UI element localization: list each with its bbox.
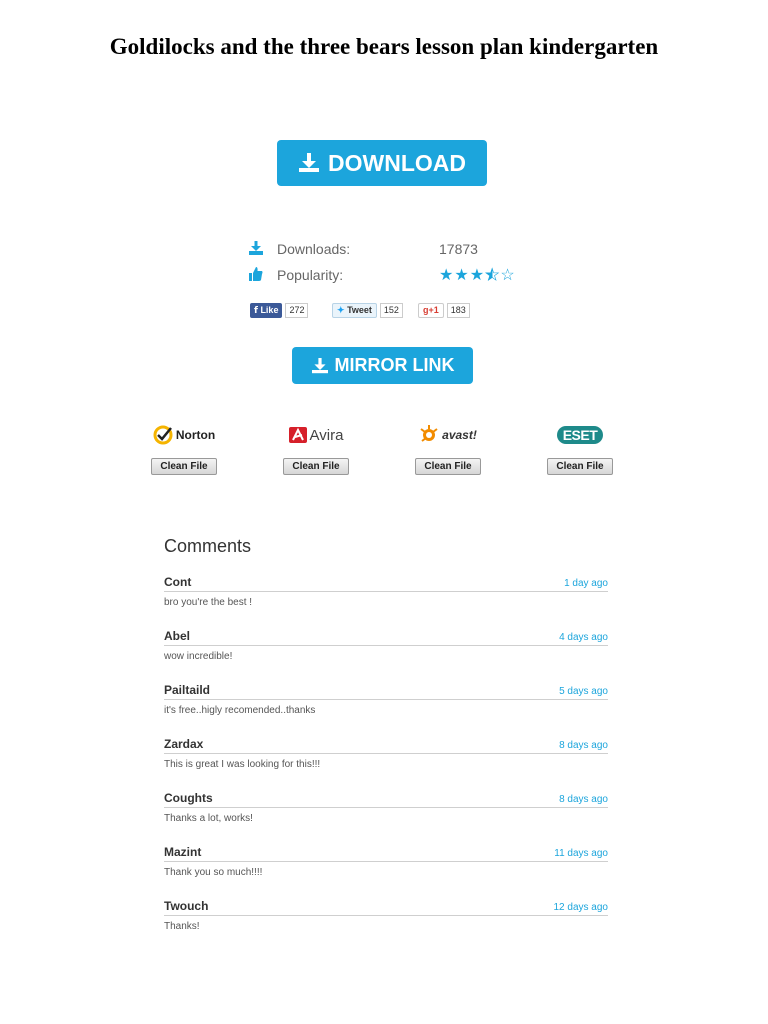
antivirus-avira: Avira Clean File [271, 422, 361, 475]
comment-author[interactable]: Coughts [164, 791, 213, 805]
page-title: Goldilocks and the three bears lesson pl… [109, 34, 659, 59]
comment-header: Pailtaild 5 days ago [164, 683, 608, 700]
google-plus-button[interactable]: g+1 [418, 302, 444, 318]
gplus-count: 183 [446, 302, 470, 318]
avast-icon [420, 425, 438, 442]
download-icon [249, 241, 263, 255]
tweet-label: Tweet [347, 304, 372, 315]
mirror-link-button[interactable]: MIRROR LINK [292, 347, 473, 384]
avast-logo: avast! [403, 422, 493, 448]
download-stats: Downloads: 17873 Popularity: ★★★★☆ [249, 240, 549, 292]
downloads-row: Downloads: 17873 [249, 240, 549, 266]
clean-file-button[interactable]: Clean File [283, 458, 349, 475]
facebook-like-button[interactable]: f Like [250, 302, 283, 318]
comment-item: Coughts 8 days ago Thanks a lot, works! [164, 791, 608, 845]
comments-section: Comments Cont 1 day ago bro you're the bes… [164, 536, 608, 953]
comment-author[interactable]: Cont [164, 575, 191, 589]
google-plus-widget[interactable]: g+1 183 [418, 302, 470, 318]
norton-check-icon [153, 425, 173, 445]
like-label: Like [260, 304, 279, 315]
twitter-icon: ✦ [337, 304, 345, 315]
clean-file-button[interactable]: Clean File [547, 458, 613, 475]
star-empty-icon: ☆ [500, 267, 516, 284]
thumbs-up-icon [249, 267, 263, 281]
rating-stars: ★★★★☆ [439, 265, 516, 285]
antivirus-norton: Norton Clean File [139, 422, 229, 475]
comment-text: wow incredible! [164, 651, 233, 662]
comment-list: Cont 1 day ago bro you're the best ! Abel 4 … [164, 575, 608, 953]
clean-file-button[interactable]: Clean File [151, 458, 217, 475]
star-full-icon: ★ [439, 267, 455, 284]
comment-author[interactable]: Zardax [164, 737, 203, 751]
antivirus-eset: eset Clean File [535, 422, 625, 475]
tweet-button[interactable]: ✦ Tweet [332, 302, 377, 318]
norton-logo: Norton [139, 422, 229, 448]
antivirus-name: avast! [442, 428, 477, 442]
clean-file-button[interactable]: Clean File [415, 458, 481, 475]
comment-timestamp[interactable]: 5 days ago [559, 686, 608, 697]
star-full-icon: ★ [454, 267, 470, 284]
comment-timestamp[interactable]: 12 days ago [554, 902, 609, 913]
comment-text: bro you're the best ! [164, 597, 253, 608]
eset-logo: eset [535, 422, 625, 448]
antivirus-avast: avast! Clean File [403, 422, 493, 475]
download-icon [299, 153, 319, 172]
download-button-label: DOWNLOAD [328, 149, 466, 176]
comment-item: Mazint 11 days ago Thank you so much!!!! [164, 845, 608, 899]
comment-text: This is great I was looking for this!!! [164, 759, 321, 770]
download-icon [311, 357, 328, 373]
downloads-label: Downloads: [277, 241, 351, 257]
comment-text: Thanks a lot, works! [164, 813, 253, 824]
facebook-icon: f [254, 305, 258, 316]
popularity-label: Popularity: [277, 267, 344, 283]
downloads-value: 17873 [439, 241, 478, 257]
antivirus-name: Norton [175, 428, 216, 442]
comment-header: Zardax 8 days ago [164, 737, 608, 754]
star-full-icon: ★ [469, 267, 486, 284]
comments-heading: Comments [164, 536, 252, 556]
facebook-like-widget[interactable]: f Like 272 [250, 302, 309, 318]
avira-logo: Avira [271, 422, 361, 448]
comment-text: Thank you so much!!!! [164, 867, 263, 878]
mirror-link-label: MIRROR LINK [334, 355, 455, 375]
tweet-widget[interactable]: ✦ Tweet 152 [332, 302, 403, 318]
download-button[interactable]: DOWNLOAD [277, 140, 487, 186]
antivirus-name: eset [556, 426, 604, 444]
comment-item: Cont 1 day ago bro you're the best ! [164, 575, 608, 629]
comment-author[interactable]: Abel [164, 629, 190, 643]
comment-item: Twouch 12 days ago Thanks! [164, 899, 608, 953]
comment-item: Abel 4 days ago wow incredible! [164, 629, 608, 683]
comment-author[interactable]: Pailtaild [164, 683, 210, 697]
comment-timestamp[interactable]: 8 days ago [559, 794, 608, 805]
antivirus-name: Avira [309, 426, 344, 444]
comment-header: Cont 1 day ago [164, 575, 608, 592]
comment-author[interactable]: Mazint [164, 845, 201, 859]
avira-icon [288, 427, 307, 443]
gplus-label: +1 [428, 304, 439, 315]
tweet-count: 152 [379, 302, 403, 318]
comment-header: Abel 4 days ago [164, 629, 608, 646]
comment-author[interactable]: Twouch [164, 899, 208, 913]
comment-timestamp[interactable]: 4 days ago [559, 632, 608, 643]
comment-text: it's free..higly recomended..thanks [164, 705, 316, 716]
comment-item: Pailtaild 5 days ago it's free..higly reco… [164, 683, 608, 737]
comment-text: Thanks! [164, 921, 200, 932]
comment-timestamp[interactable]: 8 days ago [559, 740, 608, 751]
popularity-row: Popularity: ★★★★☆ [249, 266, 549, 292]
comment-timestamp[interactable]: 11 days ago [554, 848, 608, 859]
comment-header: Mazint 11 days ago [164, 845, 608, 862]
comment-header: Twouch 12 days ago [164, 899, 608, 916]
comment-timestamp[interactable]: 1 day ago [564, 578, 608, 589]
comment-item: Zardax 8 days ago This is great I was look… [164, 737, 608, 791]
star-half-icon: ★ [485, 267, 501, 285]
like-count: 272 [285, 302, 309, 318]
comment-header: Coughts 8 days ago [164, 791, 608, 808]
